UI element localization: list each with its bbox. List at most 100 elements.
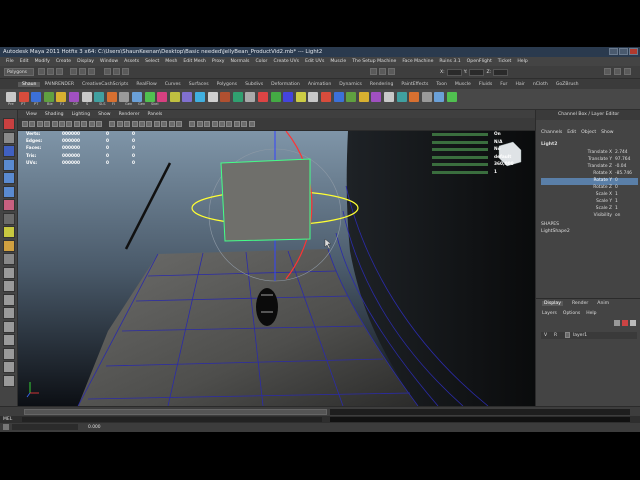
menu-item-modify[interactable]: Modify [32, 59, 53, 64]
menu-item-select[interactable]: Select [142, 59, 162, 64]
viewport-tool-icon[interactable] [219, 121, 225, 127]
layer-row[interactable]: V R layer1 [541, 332, 637, 339]
shelf-tab-animation[interactable]: Animation [304, 82, 335, 87]
viewport-tool-icon[interactable] [131, 121, 138, 127]
select-component-icon[interactable] [88, 68, 95, 75]
menu-item-color[interactable]: Color [252, 59, 270, 64]
attribute-row[interactable]: Scale X1 [541, 192, 638, 199]
lasso-tool-icon[interactable] [3, 131, 15, 144]
close-icon[interactable] [629, 48, 638, 55]
shelf-tab-subdivs[interactable]: Subdivs [241, 82, 267, 87]
attribute-row[interactable]: Rotate X -85.746 [541, 171, 638, 178]
shelf-tab-hair[interactable]: Hair [511, 82, 528, 87]
layer-tab-display[interactable]: Display [542, 301, 563, 306]
layout-uv-icon[interactable] [3, 320, 15, 333]
shelf-tool-icon[interactable] [182, 92, 193, 102]
shelf-tool-icon[interactable] [409, 92, 420, 102]
layout-persp-icon[interactable] [3, 253, 15, 265]
viewport-tool-icon[interactable] [248, 121, 255, 127]
playback-controls[interactable] [330, 409, 630, 415]
viewport-tool-icon[interactable] [196, 121, 203, 127]
shelf-tool-icon[interactable] [321, 92, 331, 102]
select-tool-icon[interactable] [3, 118, 15, 130]
shelf-tool-icon[interactable] [157, 92, 168, 102]
attribute-row[interactable]: Rotate Z0 [541, 185, 638, 192]
menu-item-assets[interactable]: Assets [121, 59, 142, 64]
layer-option-icon[interactable] [614, 320, 620, 326]
toggle-channel-box-icon[interactable] [624, 68, 631, 75]
menu-item-create[interactable]: Create [53, 59, 74, 64]
viewport-3d[interactable]: Verts: 000000 0 0 Edges: 000000 0 0 Faces: 000000… [18, 131, 535, 406]
new-layer-icon[interactable] [622, 320, 628, 326]
viewport-tool-icon[interactable] [233, 121, 240, 127]
viewport-menu-view[interactable]: View [22, 112, 41, 117]
layer-menu-help[interactable]: Help [586, 311, 596, 316]
attribute-row[interactable]: Translate X 2.744 [541, 150, 638, 157]
attribute-row[interactable]: Scale Y1 [541, 199, 638, 206]
shelf-tool-icon[interactable] [69, 92, 79, 102]
attribute-value[interactable]: 97.764 [615, 157, 630, 162]
render-icon[interactable] [370, 68, 377, 75]
last-tool-icon[interactable] [3, 212, 15, 225]
layout-graph-icon[interactable] [3, 280, 15, 292]
menu-item-proxy[interactable]: Proxy [209, 59, 228, 64]
menu-item-edit-mesh[interactable]: Edit Mesh [180, 59, 208, 64]
shelf-tab-creativecashscripts[interactable]: CreativeCashScripts [78, 82, 132, 87]
shelf-tool-icon[interactable] [144, 92, 155, 102]
menu-item-display[interactable]: Display [74, 59, 97, 64]
layout-hypershade-icon[interactable] [3, 293, 15, 306]
viewport-tool-icon[interactable] [51, 121, 58, 127]
viewport-tool-icon[interactable] [204, 121, 211, 127]
viewport-tool-icon[interactable] [241, 121, 248, 127]
shelf-tool-icon[interactable] [308, 92, 319, 102]
shelf-tab-realflow[interactable]: RealFlow [132, 82, 160, 87]
shelf-tab-fur[interactable]: Fur [496, 82, 511, 87]
save-scene-icon[interactable] [56, 68, 63, 75]
viewport-menu-show[interactable]: Show [94, 112, 114, 117]
shelf-tool-icon[interactable] [232, 92, 243, 102]
shelf-tool-icon[interactable] [94, 92, 105, 102]
viewport-tool-icon[interactable] [226, 121, 233, 127]
attribute-row[interactable]: Translate Y 97.764 [541, 157, 638, 164]
menu-item-file[interactable]: File [3, 59, 17, 64]
new-layer-selected-icon[interactable] [630, 320, 636, 326]
viewport-tool-icon[interactable] [139, 121, 145, 127]
paint-select-icon[interactable] [3, 145, 15, 157]
attribute-value[interactable]: 1 [615, 192, 618, 197]
viewport-tool-icon[interactable] [36, 121, 43, 127]
layer-tab-render[interactable]: Render [572, 301, 588, 306]
viewport-menu-shading[interactable]: Shading [41, 112, 68, 117]
menu-item-normals[interactable]: Normals [227, 59, 252, 64]
layout-four-icon[interactable] [3, 239, 15, 252]
attribute-row[interactable]: Visibility on [541, 213, 638, 220]
layer-menu-options[interactable]: Options [563, 311, 580, 316]
shelf-tab-polygons[interactable]: Polygons [213, 82, 241, 87]
layout-custom2-icon[interactable] [3, 347, 15, 360]
viewport-tool-icon[interactable] [116, 121, 123, 127]
scale-tool-icon[interactable] [3, 185, 15, 198]
shelf-tab-curves[interactable]: Curves [161, 82, 185, 87]
attribute-value[interactable]: on [615, 213, 620, 218]
range-slider[interactable] [24, 409, 327, 415]
mel-input[interactable] [22, 417, 322, 422]
attribute-row[interactable]: Scale Z1 [541, 206, 638, 213]
attribute-value[interactable]: -0.04 [615, 164, 626, 169]
attribute-value[interactable]: 0 [615, 178, 618, 183]
shelf-tool-icon[interactable] [18, 92, 29, 102]
viewport-tool-icon[interactable] [124, 121, 131, 127]
y-field[interactable] [469, 68, 485, 76]
layout-single-icon[interactable] [3, 226, 15, 238]
shelf-tab-shaun[interactable]: Shaun [18, 81, 41, 87]
viewport-tool-icon[interactable] [109, 121, 116, 127]
menu-item-mesh[interactable]: Mesh [162, 59, 180, 64]
maximize-icon[interactable] [619, 48, 628, 55]
shelf-tool-icon[interactable] [119, 92, 130, 102]
shelf-tool-icon[interactable] [106, 92, 117, 102]
shelf-tab-toon[interactable]: Toon [432, 82, 451, 87]
shelf-tool-icon[interactable] [56, 92, 67, 102]
shelf-tab-surfaces[interactable]: Surfaces [185, 82, 213, 87]
shelf-tool-icon[interactable] [43, 92, 54, 102]
move-tool-icon[interactable] [3, 158, 15, 171]
open-scene-icon[interactable] [47, 68, 54, 75]
shelf-tool-icon[interactable] [346, 92, 357, 102]
